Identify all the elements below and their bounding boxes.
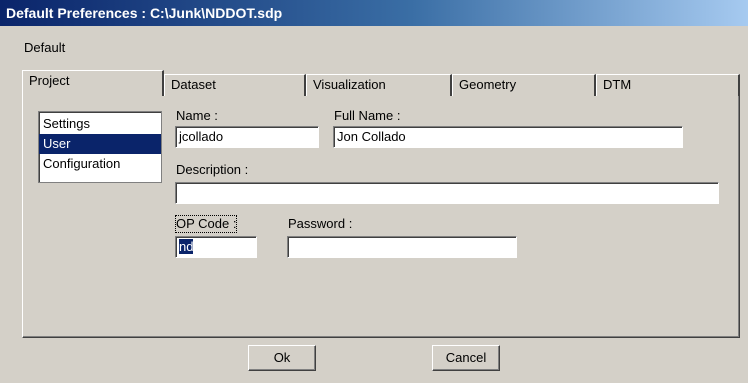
tab-dataset[interactable]: Dataset	[164, 74, 306, 96]
cancel-button[interactable]: Cancel	[432, 345, 500, 371]
full-name-label: Full Name :	[334, 108, 401, 123]
list-item-settings[interactable]: Settings	[39, 114, 161, 134]
tab-dataset-label: Dataset	[171, 77, 216, 92]
cancel-button-label: Cancel	[445, 350, 487, 365]
tab-project[interactable]: Project	[22, 70, 164, 96]
menu-bar: Default	[0, 38, 65, 58]
name-field[interactable]: jcollado	[175, 126, 319, 148]
password-label: Password :	[288, 216, 353, 231]
op-code-label: OP Code :	[174, 215, 238, 233]
op-code-field[interactable]: nd	[175, 236, 257, 258]
list-item-user[interactable]: User	[39, 134, 161, 154]
tab-dtm[interactable]: DTM	[596, 74, 740, 96]
description-label: Description :	[176, 162, 249, 177]
name-label: Name :	[176, 108, 218, 123]
tab-dtm-label: DTM	[603, 77, 632, 92]
tab-visualization[interactable]: Visualization	[306, 74, 452, 96]
tab-project-label: Project	[29, 73, 70, 88]
password-field[interactable]	[287, 236, 517, 258]
ok-button-label: Ok	[273, 350, 291, 365]
description-field[interactable]	[175, 182, 719, 204]
full-name-field[interactable]: Jon Collado	[333, 126, 683, 148]
ok-button[interactable]: Ok	[248, 345, 316, 371]
tab-geometry[interactable]: Geometry	[452, 74, 596, 96]
tab-visualization-label: Visualization	[313, 77, 386, 92]
window-title-bar[interactable]: Default Preferences : C:\Junk\NDDOT.sdp	[0, 0, 748, 26]
list-item-configuration[interactable]: Configuration	[39, 154, 161, 174]
window-title: Default Preferences : C:\Junk\NDDOT.sdp	[6, 5, 283, 21]
tab-geometry-label: Geometry	[459, 77, 517, 92]
project-category-list[interactable]: Settings User Configuration	[38, 111, 162, 183]
op-code-value: nd	[179, 239, 194, 254]
menu-default[interactable]: Default	[24, 40, 65, 55]
